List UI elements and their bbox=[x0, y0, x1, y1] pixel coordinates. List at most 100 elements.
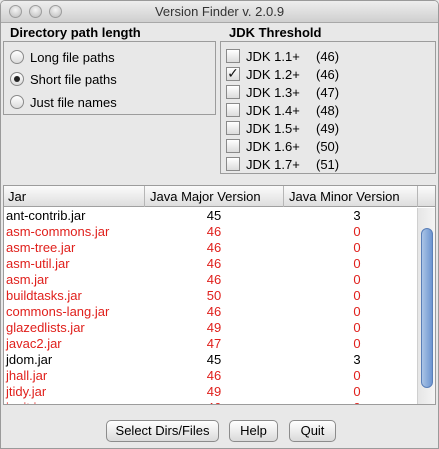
major-version-cell: 49 bbox=[206, 320, 222, 335]
table-header: Jar Java Major Version Java Minor Versio… bbox=[4, 186, 435, 207]
jar-name-cell: jdom.jar bbox=[6, 352, 53, 367]
table-row[interactable]: commons-lang.jar 46 0 bbox=[4, 304, 417, 320]
help-button[interactable]: Help bbox=[229, 420, 278, 442]
table-row[interactable]: asm-util.jar 46 0 bbox=[4, 256, 417, 272]
checkbox-icon[interactable] bbox=[226, 103, 240, 117]
minor-version-cell: 0 bbox=[353, 272, 361, 287]
table-row[interactable]: jhall.jar 46 0 bbox=[4, 368, 417, 384]
jar-name-cell: junit.jar bbox=[6, 400, 48, 404]
major-version-cell: 46 bbox=[206, 272, 222, 287]
jar-table: Jar Java Major Version Java Minor Versio… bbox=[3, 185, 436, 405]
checkbox-icon[interactable] bbox=[226, 139, 240, 153]
major-version-cell: 49 bbox=[206, 384, 222, 399]
minor-version-cell: 0 bbox=[353, 384, 361, 399]
jar-name-cell: asm-util.jar bbox=[6, 256, 70, 271]
column-header-jar[interactable]: Jar bbox=[8, 189, 26, 204]
minor-version-cell: 0 bbox=[353, 224, 361, 239]
checkbox-jdk-1-3[interactable]: JDK 1.3+ (47) bbox=[226, 83, 339, 101]
jdk-count: (47) bbox=[316, 84, 340, 100]
jdk-count: (46) bbox=[316, 66, 340, 82]
checkbox-jdk-1-1[interactable]: JDK 1.1+ (46) bbox=[226, 47, 339, 65]
major-version-cell: 46 bbox=[204, 400, 224, 404]
table-row[interactable]: glazedlists.jar 49 0 bbox=[4, 320, 417, 336]
radio-label: Just file names bbox=[30, 94, 117, 110]
jar-name-cell: commons-lang.jar bbox=[6, 304, 110, 319]
radio-file-names[interactable]: Just file names bbox=[10, 93, 117, 111]
table-row[interactable]: buildtasks.jar 50 0 bbox=[4, 288, 417, 304]
minor-version-cell: 0 bbox=[353, 288, 361, 303]
path-panel-title: Directory path length bbox=[10, 25, 141, 40]
major-version-cell: 46 bbox=[206, 224, 222, 239]
major-version-cell: 46 bbox=[206, 368, 222, 383]
column-divider[interactable] bbox=[283, 186, 284, 207]
radio-button-icon[interactable] bbox=[10, 50, 24, 64]
jar-name-cell: buildtasks.jar bbox=[6, 288, 82, 303]
jdk-label: JDK 1.5+ bbox=[246, 120, 300, 136]
vertical-scrollbar[interactable] bbox=[417, 208, 435, 404]
checkbox-icon[interactable] bbox=[226, 49, 240, 63]
jar-name-cell: jhall.jar bbox=[6, 368, 48, 383]
jdk-label: JDK 1.6+ bbox=[246, 138, 300, 154]
major-version-cell: 46 bbox=[206, 304, 222, 319]
jar-name-cell: javac2.jar bbox=[6, 336, 62, 351]
checkbox-jdk-1-7[interactable]: JDK 1.7+ (51) bbox=[226, 155, 339, 173]
radio-label: Short file paths bbox=[30, 71, 117, 87]
table-row[interactable]: asm-commons.jar 46 0 bbox=[4, 224, 417, 240]
title-bar: Version Finder v. 2.0.9 bbox=[1, 1, 438, 23]
checkbox-jdk-1-5[interactable]: JDK 1.5+ (49) bbox=[226, 119, 339, 137]
jar-name-cell: glazedlists.jar bbox=[6, 320, 85, 335]
jar-name-cell: jtidy.jar bbox=[6, 384, 47, 399]
major-version-cell: 47 bbox=[206, 336, 222, 351]
radio-long-paths[interactable]: Long file paths bbox=[10, 48, 115, 66]
radio-button-icon[interactable] bbox=[10, 95, 24, 109]
jdk-count: (49) bbox=[316, 120, 340, 136]
minor-version-cell: 3 bbox=[353, 352, 361, 367]
major-version-cell: 45 bbox=[206, 352, 222, 367]
radio-label: Long file paths bbox=[30, 49, 115, 65]
column-header-minor[interactable]: Java Minor Version bbox=[289, 189, 400, 204]
minor-version-cell: 0 bbox=[353, 336, 361, 351]
jdk-label: JDK 1.4+ bbox=[246, 102, 300, 118]
column-divider[interactable] bbox=[144, 186, 145, 207]
jdk-label: JDK 1.7+ bbox=[246, 156, 300, 172]
window-title: Version Finder v. 2.0.9 bbox=[154, 4, 285, 19]
checkbox-icon[interactable] bbox=[226, 157, 240, 171]
table-body: ant-contrib.jar 45 3 asm-commons.jar 46 0 asm-… bbox=[4, 208, 417, 404]
jdk-count: (48) bbox=[316, 102, 340, 118]
checkbox-jdk-1-6[interactable]: JDK 1.6+ (50) bbox=[226, 137, 339, 155]
radio-short-paths[interactable]: Short file paths bbox=[10, 70, 117, 88]
major-version-cell: 46 bbox=[206, 240, 222, 255]
jar-name-cell: asm-commons.jar bbox=[6, 224, 110, 239]
column-header-major[interactable]: Java Major Version bbox=[150, 189, 261, 204]
table-row[interactable]: junit.jar 46 0 bbox=[4, 400, 417, 404]
jar-name-cell: asm.jar bbox=[6, 272, 49, 287]
quit-button[interactable]: Quit bbox=[289, 420, 336, 442]
scrollbar-thumb[interactable] bbox=[421, 228, 433, 388]
checkbox-checked-icon[interactable]: ✓ bbox=[226, 66, 240, 81]
jar-name-cell: asm-tree.jar bbox=[6, 240, 76, 255]
minor-version-cell: 3 bbox=[353, 208, 361, 223]
minor-version-cell: 0 bbox=[353, 240, 361, 255]
app-window: Version Finder v. 2.0.9 Directory path l… bbox=[0, 0, 439, 449]
table-row[interactable]: ant-contrib.jar 45 3 bbox=[4, 208, 417, 224]
jdk-label: JDK 1.2+ bbox=[246, 66, 300, 82]
minor-version-cell: 0 bbox=[353, 368, 361, 383]
minor-version-cell: 0 bbox=[353, 304, 361, 319]
table-row[interactable]: asm-tree.jar 46 0 bbox=[4, 240, 417, 256]
major-version-cell: 45 bbox=[206, 208, 222, 223]
jar-name-cell: ant-contrib.jar bbox=[6, 208, 86, 223]
radio-button-icon[interactable] bbox=[10, 72, 24, 86]
select-dirs-button[interactable]: Select Dirs/Files bbox=[106, 420, 219, 442]
checkbox-jdk-1-2[interactable]: ✓ JDK 1.2+ (46) bbox=[226, 65, 339, 83]
jdk-count: (51) bbox=[316, 156, 340, 172]
major-version-cell: 46 bbox=[206, 256, 222, 271]
checkbox-jdk-1-4[interactable]: JDK 1.4+ (48) bbox=[226, 101, 339, 119]
checkbox-icon[interactable] bbox=[226, 121, 240, 135]
jdk-panel-title: JDK Threshold bbox=[229, 25, 322, 40]
table-row[interactable]: javac2.jar 47 0 bbox=[4, 336, 417, 352]
table-row[interactable]: jdom.jar 45 3 bbox=[4, 352, 417, 368]
table-row[interactable]: jtidy.jar 49 0 bbox=[4, 384, 417, 400]
checkbox-icon[interactable] bbox=[226, 85, 240, 99]
minor-version-cell: 0 bbox=[347, 400, 367, 404]
table-row[interactable]: asm.jar 46 0 bbox=[4, 272, 417, 288]
